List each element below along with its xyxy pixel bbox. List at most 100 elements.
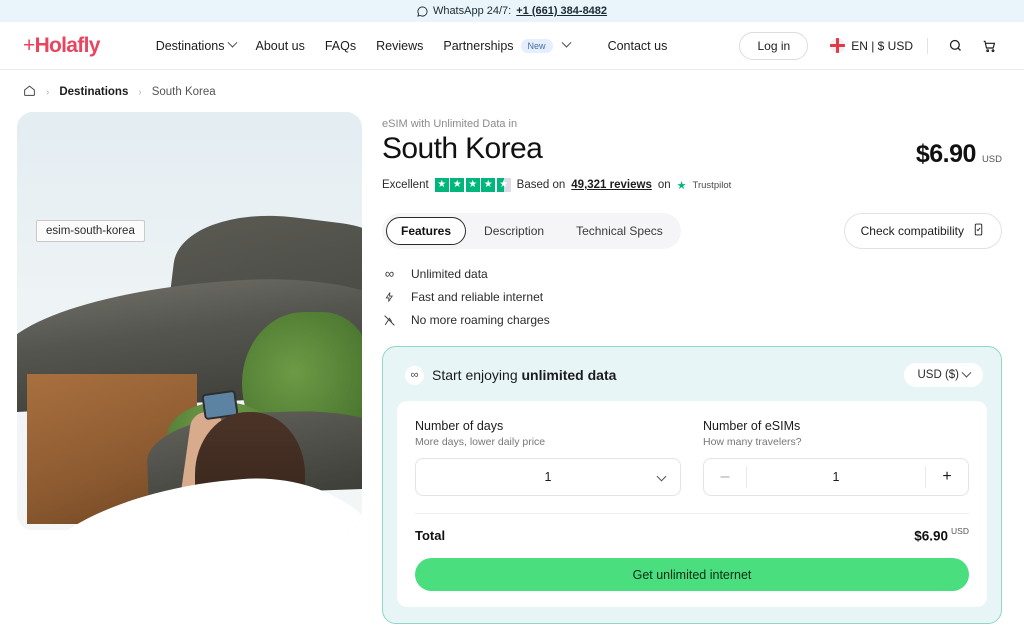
total-currency: USD	[951, 526, 969, 536]
nav-item-partnerships[interactable]: Partnerships New	[433, 33, 579, 59]
total-price: $6.90 USD	[914, 526, 969, 545]
currency-selector-label: USD ($)	[917, 369, 959, 381]
login-button[interactable]: Log in	[739, 31, 809, 60]
field-number-of-days: Number of days More days, lower daily pr…	[415, 419, 681, 496]
trustpilot-star-icon: ★	[676, 179, 687, 192]
rating-based-on: Based on	[516, 179, 566, 191]
image-alt-tooltip: esim-south-korea	[36, 220, 145, 242]
chevron-down-icon	[561, 37, 572, 48]
product-hero-image: esim-south-korea	[17, 112, 362, 530]
form-fields: Number of days More days, lower daily pr…	[415, 419, 969, 496]
currency-selector[interactable]: USD ($)	[904, 363, 983, 387]
feature-label: No more roaming charges	[411, 313, 550, 327]
search-icon[interactable]	[942, 33, 968, 59]
home-icon[interactable]	[23, 84, 36, 100]
purchase-heading-text: Start enjoying unlimited data	[432, 367, 616, 383]
chevron-down-icon	[656, 471, 667, 482]
no-roaming-icon	[382, 314, 397, 327]
cart-icon[interactable]	[976, 33, 1002, 59]
breadcrumb: › Destinations › South Korea	[0, 70, 1024, 112]
product-price: $6.90 USD	[916, 132, 1002, 169]
esims-sublabel: How many travelers?	[703, 436, 802, 448]
star-icon: ★	[481, 178, 496, 192]
nav-item-about-us[interactable]: About us	[246, 33, 315, 59]
total-row: Total $6.90 USD	[415, 526, 969, 545]
price-currency: USD	[981, 154, 1002, 165]
breadcrumb-separator: ›	[46, 86, 50, 98]
header-actions: Log in EN | $ USD	[739, 31, 1002, 60]
whatsapp-label: WhatsApp 24/7:	[432, 5, 512, 17]
form-divider	[415, 513, 969, 514]
chevron-down-icon	[961, 367, 972, 378]
holafly-logo[interactable]: + Holafly	[23, 34, 100, 58]
increment-button[interactable]: +	[926, 459, 968, 495]
total-amount: $6.90	[914, 528, 949, 544]
whatsapp-phone-link[interactable]: +1 (661) 384-8482	[516, 5, 607, 17]
price-amount: $6.90	[915, 140, 977, 168]
esims-value: 1	[832, 470, 840, 484]
star-icon: ★	[434, 178, 449, 192]
esims-label: Number of eSIMs	[703, 419, 801, 433]
logo-plus-mark: +	[23, 33, 35, 57]
new-badge: New	[520, 38, 553, 53]
rating-on-word: on	[657, 179, 671, 191]
days-value: 1	[544, 470, 552, 484]
nav-label-about-us: About us	[255, 38, 305, 53]
purchase-card-heading: ∞ Start enjoying unlimited data	[405, 365, 616, 385]
main-nav: Destinations About us FAQs Reviews Partn…	[146, 33, 678, 59]
breadcrumb-separator: ›	[138, 86, 142, 98]
feature-item: ∞ Unlimited data	[382, 266, 1002, 281]
bolt-icon	[382, 290, 397, 304]
nav-item-faqs[interactable]: FAQs	[315, 33, 366, 59]
feature-label: Unlimited data	[411, 266, 488, 281]
site-header: + Holafly Destinations About us FAQs Revi…	[0, 22, 1024, 70]
trustpilot-rating: Excellent ★ ★ ★ ★ ★ Based on 49,321 revi…	[382, 178, 1002, 192]
logo-text: Holafly	[34, 33, 101, 57]
star-icon: ★	[450, 178, 465, 192]
nav-label-reviews: Reviews	[376, 38, 424, 53]
breadcrumb-item-destinations[interactable]: Destinations	[59, 86, 128, 98]
days-select[interactable]: 1	[415, 458, 681, 496]
title-price-row: South Korea $6.90 USD	[382, 132, 1002, 169]
nav-label-faqs: FAQs	[324, 38, 357, 53]
reviews-count-link[interactable]: 49,321 reviews	[571, 179, 652, 191]
feature-item: Fast and reliable internet	[382, 290, 1002, 304]
nav-label-destinations: Destinations	[155, 38, 225, 53]
feature-list: ∞ Unlimited data Fast and reliable inter…	[382, 266, 1002, 327]
product-eyebrow: eSIM with Unlimited Data in	[382, 118, 518, 130]
days-label: Number of days	[415, 419, 504, 433]
header-divider	[927, 37, 928, 54]
tab-technical-specs[interactable]: Technical Specs	[562, 218, 677, 244]
uk-flag-icon	[830, 38, 846, 53]
get-unlimited-internet-button[interactable]: Get unlimited internet	[415, 558, 969, 592]
whatsapp-icon	[417, 5, 428, 17]
purchase-card-header: ∞ Start enjoying unlimited data USD ($)	[397, 361, 987, 401]
nav-item-contact-us[interactable]: Contact us	[598, 33, 678, 59]
page-title: South Korea	[382, 132, 543, 165]
infinity-icon: ∞	[384, 266, 395, 281]
tabs-row: Features Description Technical Specs Che…	[382, 213, 1002, 249]
nav-item-destinations[interactable]: Destinations	[146, 33, 246, 59]
purchase-form: Number of days More days, lower daily pr…	[397, 401, 987, 608]
nav-item-reviews[interactable]: Reviews	[366, 33, 433, 59]
decrement-button[interactable]: –	[704, 459, 746, 495]
check-compatibility-label: Check compatibility	[860, 224, 964, 238]
main-content: esim-south-korea eSIM with Unlimited Dat…	[0, 112, 1024, 625]
feature-item: No more roaming charges	[382, 313, 1002, 327]
rating-word: Excellent	[382, 179, 429, 191]
feature-label: Fast and reliable internet	[411, 290, 544, 304]
total-label: Total	[415, 528, 446, 544]
nav-label-partnerships: Partnerships	[443, 38, 514, 53]
purchase-heading-prefix: Start enjoying	[432, 367, 522, 383]
check-compatibility-button[interactable]: Check compatibility	[843, 213, 1002, 249]
tab-features[interactable]: Features	[386, 217, 467, 245]
language-currency-selector[interactable]: EN | $ USD	[830, 38, 913, 53]
breadcrumb-item-south-korea[interactable]: South Korea	[152, 86, 216, 98]
tab-description[interactable]: Description	[470, 218, 558, 244]
locale-label: EN | $ USD	[851, 38, 913, 53]
purchase-card: ∞ Start enjoying unlimited data USD ($) …	[382, 346, 1002, 625]
announcement-bar: WhatsApp 24/7: +1 (661) 384-8482	[0, 0, 1024, 22]
product-detail: eSIM with Unlimited Data in South Korea …	[382, 112, 1002, 625]
field-number-of-esims: Number of eSIMs How many travelers? – 1 …	[703, 419, 969, 496]
chevron-down-icon	[227, 37, 237, 48]
